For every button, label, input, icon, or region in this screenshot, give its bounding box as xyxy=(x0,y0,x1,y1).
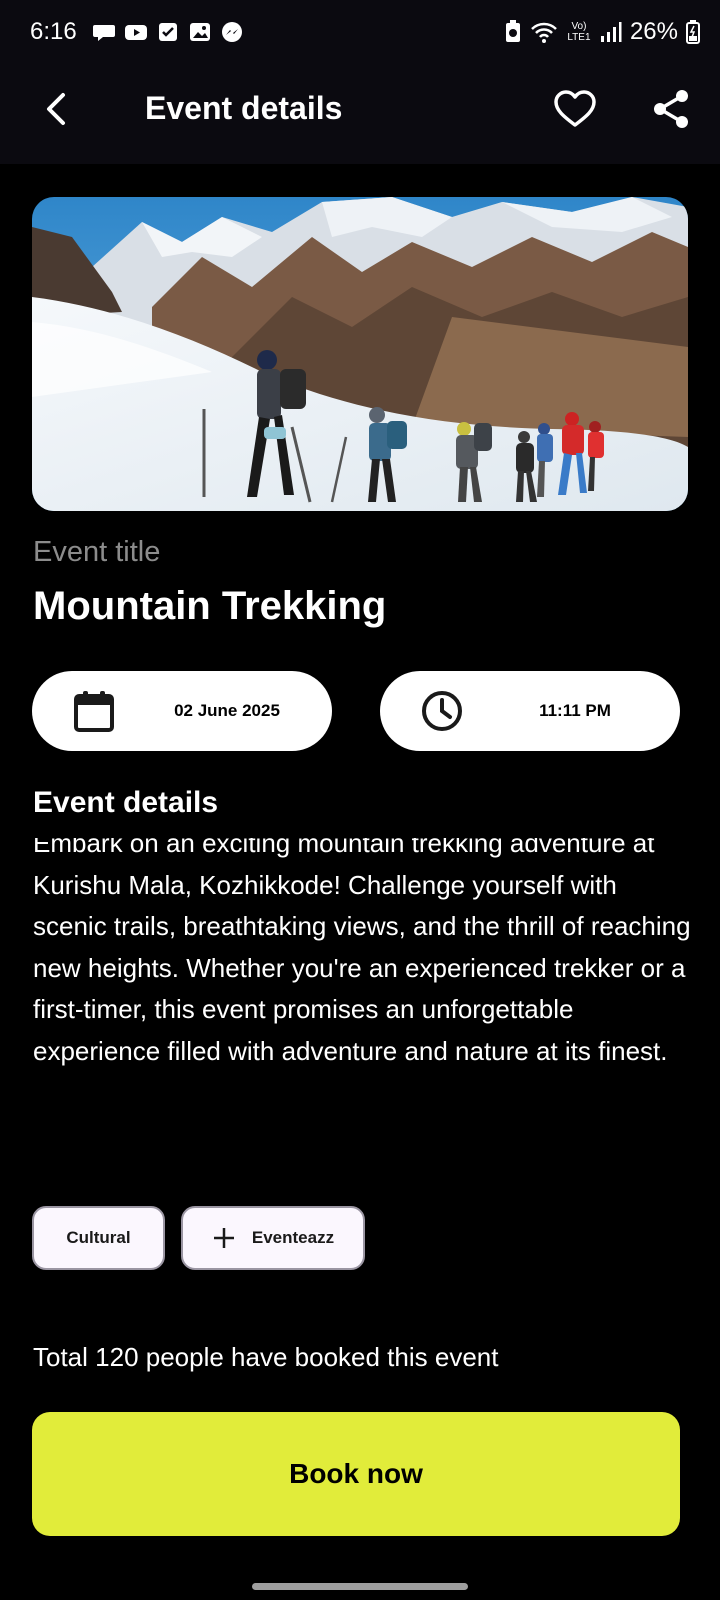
status-bar: 6:16 Vo) LTE1 26% xyxy=(0,0,720,66)
booking-count-text: Total 120 people have booked this event xyxy=(33,1342,499,1372)
event-title-label: Event title xyxy=(33,536,161,568)
date-pill[interactable]: 02 June 2025 xyxy=(32,671,332,751)
calendar-icon xyxy=(74,691,114,732)
event-image xyxy=(32,197,688,511)
battery-percent: 26% xyxy=(629,18,678,45)
mountain-trekking-photo xyxy=(32,197,688,511)
signal-icon xyxy=(600,22,622,42)
back-button[interactable] xyxy=(36,88,78,130)
share-icon xyxy=(654,90,688,128)
notification-icons xyxy=(92,21,244,43)
tag-chip-cultural[interactable]: Cultural xyxy=(32,1206,165,1270)
share-button[interactable] xyxy=(648,86,694,132)
time-pill[interactable]: 11:11 PM xyxy=(380,671,680,751)
book-now-label: Book now xyxy=(289,1458,423,1489)
status-time: 6:16 xyxy=(30,18,77,45)
plus-icon xyxy=(213,1228,234,1248)
event-description: Embark on an exciting mountain trekking … xyxy=(33,838,691,1066)
gallery-icon xyxy=(190,23,210,41)
event-title: Mountain Trekking xyxy=(33,584,387,628)
messenger-icon xyxy=(222,22,242,42)
event-date: 02 June 2025 xyxy=(174,701,280,720)
favorite-button[interactable] xyxy=(552,86,598,132)
battery-icon xyxy=(686,20,700,44)
home-indicator[interactable] xyxy=(252,1583,468,1590)
chat-bubble-icon xyxy=(93,25,115,41)
clock-icon xyxy=(422,691,462,731)
book-now-button[interactable]: Book now xyxy=(32,1412,680,1536)
tag-chip-label: Eventeazz xyxy=(251,1228,335,1247)
event-details-heading: Event details xyxy=(33,786,219,819)
tag-chip-label: Cultural xyxy=(66,1228,131,1247)
app-bar: Event details xyxy=(0,66,720,164)
event-description-container: Embark on an exciting mountain trekking … xyxy=(33,838,693,1168)
status-right-group: Vo) LTE1 26% xyxy=(504,18,700,46)
battery-saver-icon xyxy=(505,20,520,42)
heart-icon xyxy=(554,90,596,127)
event-time: 11:11 PM xyxy=(539,701,611,720)
back-arrow-icon xyxy=(47,93,65,125)
youtube-icon xyxy=(125,25,147,40)
checkbox-icon xyxy=(159,23,177,41)
wifi-icon xyxy=(531,22,557,43)
page-title: Event details xyxy=(145,90,343,126)
network-type-icon: Vo) LTE1 xyxy=(567,21,591,43)
tag-chip-eventeazz[interactable]: Eventeazz xyxy=(181,1206,365,1270)
